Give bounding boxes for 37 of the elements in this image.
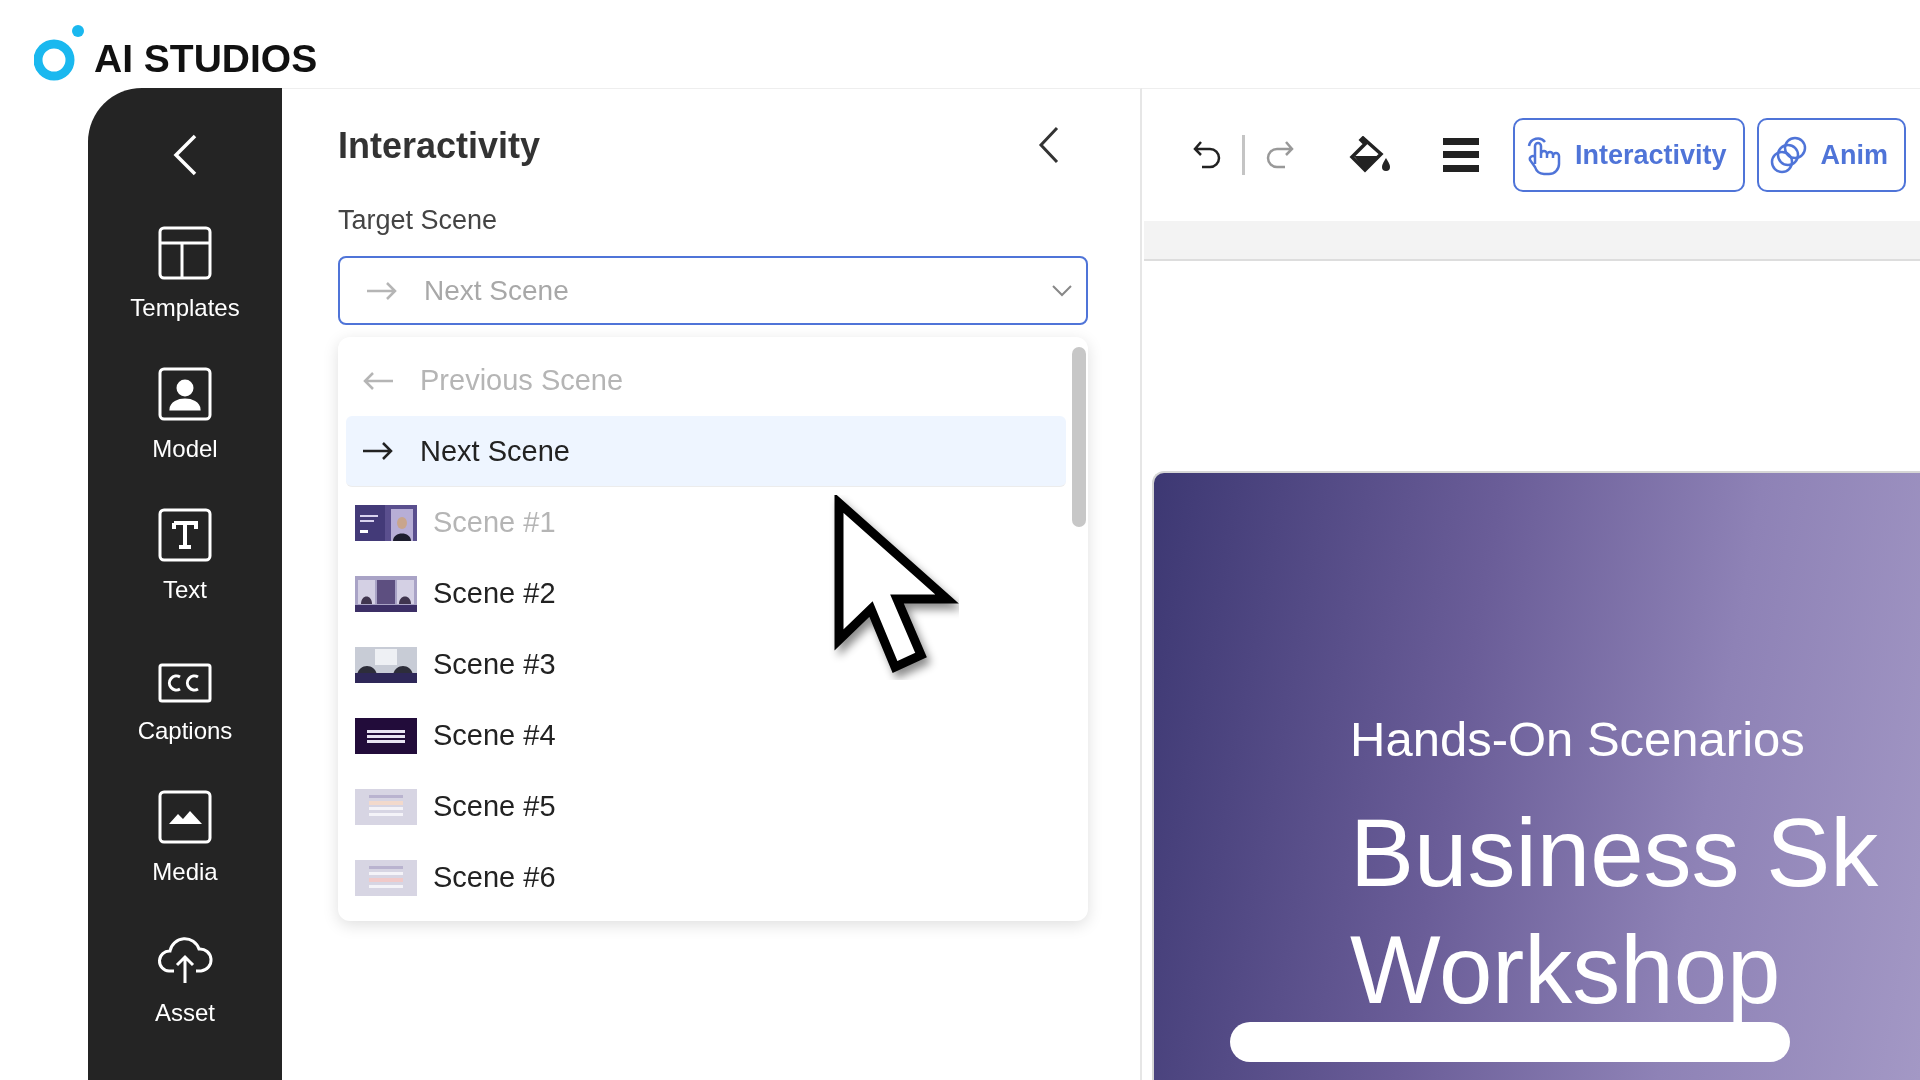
arrow-right-icon [366,280,398,301]
dropdown-option[interactable]: Scene #6 [338,842,1066,913]
paint-bucket-icon[interactable] [1349,136,1391,174]
layout-icon [158,226,212,280]
circles-icon [1768,135,1809,175]
image-icon [158,790,212,844]
logo-text: AI STUDIOS [94,39,318,78]
upload-icon [157,935,213,985]
sidebar-item[interactable]: Captions [110,645,260,786]
slide-title: Workshop [1350,915,1782,1026]
dropdown-option[interactable]: Scene #4 [338,700,1066,771]
sidebar-item[interactable]: Media [110,786,260,927]
slide-canvas[interactable]: Hands-On Scenarios Business Sk Workshop [1152,471,1920,1080]
field-label: Target Scene [338,205,499,236]
toolbar-button[interactable]: Anim [1756,118,1907,192]
dropdown-option[interactable]: Scene #2 [338,558,1066,629]
text-icon [158,508,212,562]
hand-pointer-icon [1525,134,1563,176]
sidebar-item[interactable]: Text [110,504,260,645]
dropdown-option[interactable]: Scene #3 [338,629,1066,700]
slide-title: Business Sk [1350,798,1880,908]
captions-icon [158,663,212,703]
sidebar-item[interactable]: Templates [110,222,260,363]
person-icon [158,367,212,421]
arrow-left-icon [362,370,394,391]
panel-title: Interactivity [338,125,541,167]
sidebar-item[interactable]: Asset [110,927,260,1068]
dropdown-option[interactable]: Next Scene [346,416,1066,487]
logo-icon [34,24,84,82]
menu-icon[interactable] [1443,137,1479,173]
toolbar-button[interactable]: Interactivity [1513,118,1745,192]
arrow-right-icon [362,441,394,461]
undo-icon[interactable] [1192,139,1222,171]
dropdown-option[interactable]: Scene #5 [338,771,1066,842]
slide-subtitle: Hands-On Scenarios [1350,715,1806,764]
scrollbar[interactable] [1072,347,1086,527]
sidebar-item[interactable]: Model [110,363,260,504]
